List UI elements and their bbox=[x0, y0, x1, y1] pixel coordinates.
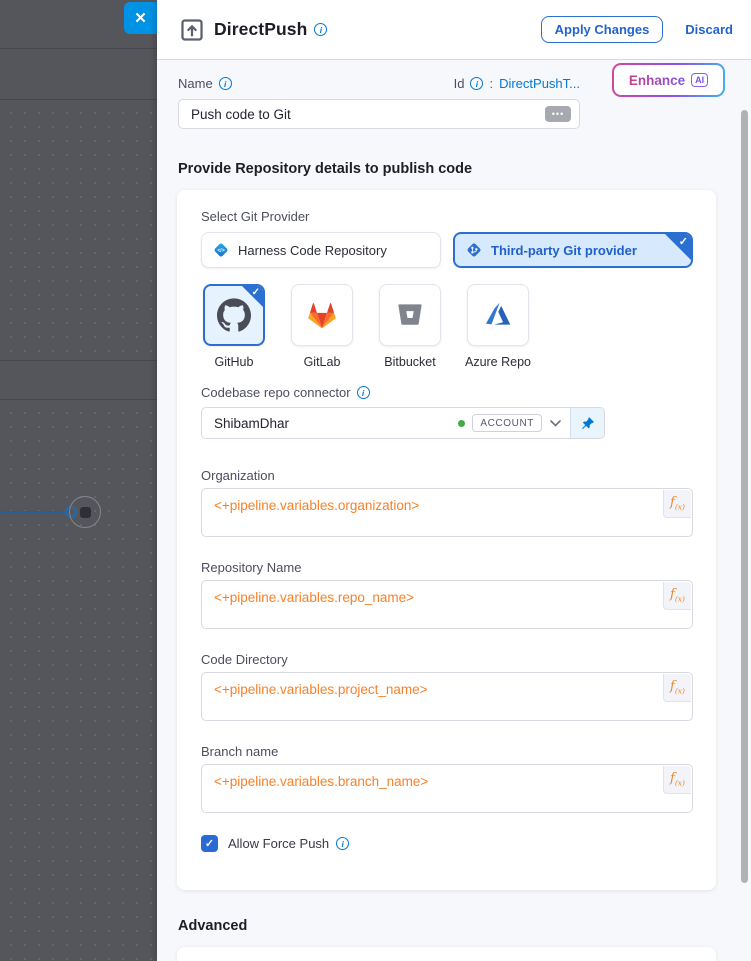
scope-badge: ACCOUNT bbox=[472, 414, 542, 432]
force-push-checkbox[interactable]: ✓ bbox=[201, 835, 218, 852]
info-icon[interactable]: i bbox=[314, 23, 327, 36]
id-separator: : bbox=[489, 76, 493, 91]
branch-name-value: <+pipeline.variables.branch_name> bbox=[214, 774, 428, 789]
name-field-wrap: ••• bbox=[178, 99, 580, 129]
canvas-dot-grid bbox=[0, 400, 157, 961]
force-push-row: ✓ Allow Force Push i bbox=[201, 835, 349, 852]
advanced-card bbox=[177, 947, 716, 961]
apply-changes-button[interactable]: Apply Changes bbox=[541, 16, 664, 43]
advanced-heading: Advanced bbox=[178, 918, 247, 934]
tile-github[interactable]: ✓ bbox=[203, 284, 265, 346]
harness-code-icon: </> bbox=[212, 241, 230, 259]
discard-link[interactable]: Discard bbox=[685, 22, 733, 37]
expression-fx-icon[interactable]: f(x) bbox=[663, 766, 691, 794]
step-config-drawer: DirectPush i Apply Changes Discard Name … bbox=[157, 0, 751, 961]
connector-label-row: Codebase repo connector i bbox=[201, 385, 370, 400]
canvas-dot-grid bbox=[0, 100, 157, 360]
info-icon[interactable]: i bbox=[357, 386, 370, 399]
field-label: Branch name bbox=[201, 744, 278, 759]
canvas-divider bbox=[0, 399, 157, 400]
organization-input[interactable]: <+pipeline.variables.organization> f(x) bbox=[201, 488, 693, 537]
field-label: Organization bbox=[201, 468, 275, 483]
name-input[interactable] bbox=[178, 99, 580, 129]
ai-badge: AI bbox=[691, 73, 708, 87]
id-label: Id bbox=[454, 76, 465, 91]
repository-name-input[interactable]: <+pipeline.variables.repo_name> f(x) bbox=[201, 580, 693, 629]
field-label: Repository Name bbox=[201, 560, 301, 575]
bitbucket-icon bbox=[395, 300, 425, 330]
connector-value: ShibamDhar bbox=[202, 416, 458, 431]
scrollbar-thumb[interactable] bbox=[741, 110, 748, 883]
force-push-label: Allow Force Push bbox=[228, 836, 329, 851]
tile-label-bitbucket: Bitbucket bbox=[367, 355, 453, 369]
enhance-ai-button[interactable]: Enhance AI bbox=[612, 63, 725, 97]
canvas-divider bbox=[0, 99, 157, 100]
step-id-value[interactable]: DirectPushT... bbox=[499, 76, 580, 91]
drawer-header: DirectPush i Apply Changes Discard bbox=[157, 0, 751, 60]
provider-option-label: Harness Code Repository bbox=[238, 243, 387, 258]
pin-button[interactable] bbox=[570, 408, 604, 438]
pin-icon bbox=[580, 416, 595, 431]
connector-label: Codebase repo connector bbox=[201, 385, 351, 400]
tile-gitlab[interactable] bbox=[291, 284, 353, 346]
chevron-down-icon[interactable] bbox=[550, 420, 561, 427]
direct-push-step-icon bbox=[179, 17, 205, 43]
app-root: ✕ DirectPush i Apply Changes Discard Nam… bbox=[0, 0, 751, 961]
branch-name-input[interactable]: <+pipeline.variables.branch_name> f(x) bbox=[201, 764, 693, 813]
canvas-divider bbox=[0, 48, 157, 49]
check-icon: ✓ bbox=[252, 287, 260, 298]
gitlab-icon bbox=[305, 298, 339, 332]
scrollbar-track bbox=[741, 60, 749, 961]
expression-fx-icon[interactable]: f(x) bbox=[663, 582, 691, 610]
name-id-row: Name i Id i : DirectPushT... bbox=[178, 76, 580, 91]
tile-label-github: GitHub bbox=[191, 355, 277, 369]
provider-option-label: Third-party Git provider bbox=[491, 243, 637, 258]
tile-azure-repo[interactable] bbox=[467, 284, 529, 346]
check-icon: ✓ bbox=[679, 235, 688, 248]
tile-label-azure-repo: Azure Repo bbox=[455, 355, 541, 369]
azure-repo-icon bbox=[482, 299, 514, 331]
stop-icon bbox=[80, 507, 91, 518]
status-dot-icon bbox=[458, 420, 465, 427]
check-icon: ✓ bbox=[205, 837, 214, 850]
field-label: Code Directory bbox=[201, 652, 288, 667]
svg-text:</>: </> bbox=[217, 248, 224, 254]
expression-fx-icon[interactable]: f(x) bbox=[663, 674, 691, 702]
tile-bitbucket[interactable] bbox=[379, 284, 441, 346]
enhance-label: Enhance bbox=[629, 73, 685, 88]
tile-label-gitlab: GitLab bbox=[279, 355, 365, 369]
organization-value: <+pipeline.variables.organization> bbox=[214, 498, 419, 513]
repo-details-card: Select Git Provider </> Harness Code Rep… bbox=[177, 190, 716, 890]
info-icon[interactable]: i bbox=[470, 77, 483, 90]
drawer-content: Name i Id i : DirectPushT... ••• Enhance… bbox=[157, 60, 751, 961]
code-directory-input[interactable]: <+pipeline.variables.project_name> f(x) bbox=[201, 672, 693, 721]
expression-fx-icon[interactable]: f(x) bbox=[663, 490, 691, 518]
pipeline-end-node[interactable] bbox=[69, 496, 101, 528]
close-icon: ✕ bbox=[134, 9, 147, 27]
connector-select[interactable]: ShibamDhar ACCOUNT bbox=[201, 407, 605, 439]
page-title: DirectPush bbox=[214, 19, 307, 40]
info-icon[interactable]: i bbox=[336, 837, 349, 850]
pipeline-canvas: ✕ bbox=[0, 0, 157, 961]
name-label: Name bbox=[178, 76, 213, 91]
close-drawer-button[interactable]: ✕ bbox=[124, 2, 157, 34]
canvas-divider bbox=[0, 360, 157, 361]
more-options-icon[interactable]: ••• bbox=[545, 106, 571, 122]
pipeline-edge-line bbox=[0, 511, 66, 513]
repository-name-value: <+pipeline.variables.repo_name> bbox=[214, 590, 414, 605]
select-git-provider-label: Select Git Provider bbox=[201, 209, 309, 224]
repo-section-heading: Provide Repository details to publish co… bbox=[178, 161, 472, 177]
git-provider-icon bbox=[465, 241, 483, 259]
code-directory-value: <+pipeline.variables.project_name> bbox=[214, 682, 428, 697]
provider-option-thirdparty[interactable]: Third-party Git provider ✓ bbox=[453, 232, 693, 268]
provider-option-harness[interactable]: </> Harness Code Repository bbox=[201, 232, 441, 268]
info-icon[interactable]: i bbox=[219, 77, 232, 90]
